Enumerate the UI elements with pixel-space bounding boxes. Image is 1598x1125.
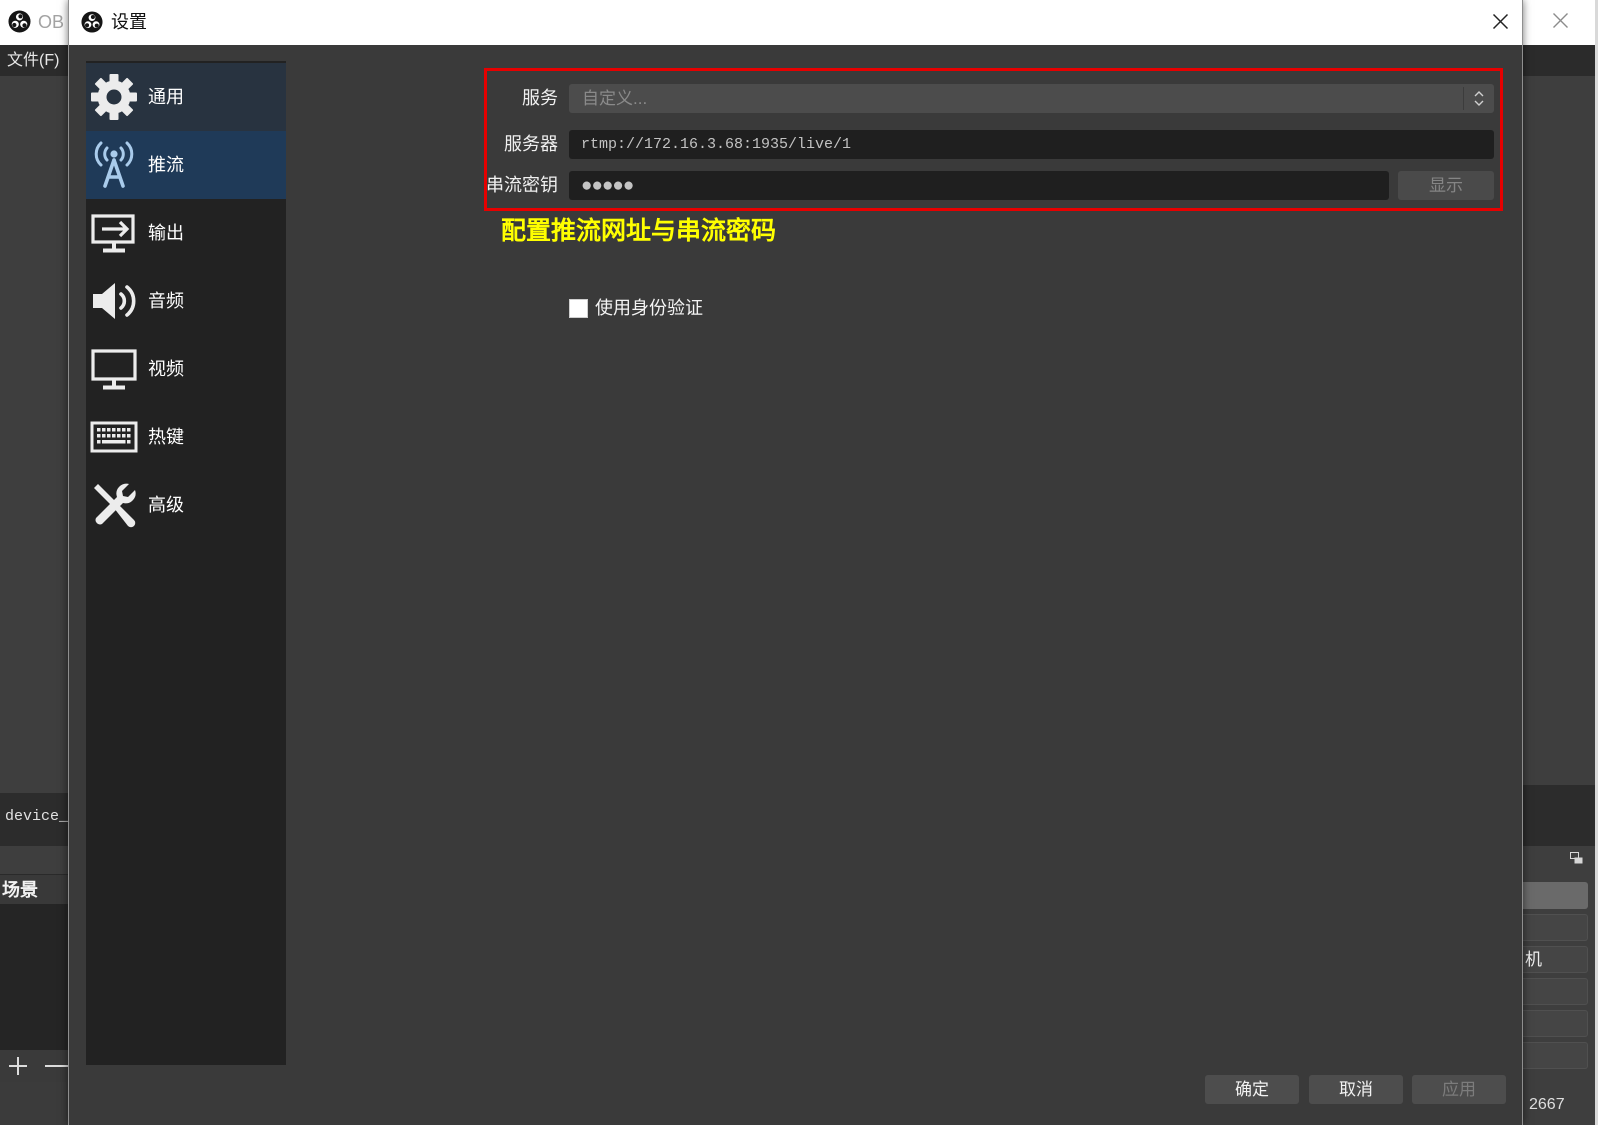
ok-button[interactable]: 确定 <box>1205 1075 1299 1104</box>
controls-button[interactable] <box>1523 1010 1588 1037</box>
annotation-text: 配置推流网址与串流密码 <box>501 218 777 245</box>
dialog-titlebar: 设置 <box>69 0 1522 45</box>
controls-button-label: 机 <box>1525 950 1542 969</box>
plus-icon[interactable] <box>7 1055 29 1077</box>
stream-key-masked-value: ●●●●● <box>581 175 634 196</box>
sidebar-item-output[interactable]: 输出 <box>86 199 286 267</box>
select-divider <box>1463 87 1464 110</box>
speaker-icon <box>90 277 138 325</box>
scenes-dock-title: 场景 <box>2 880 38 900</box>
sources-strip: device_ <box>0 793 68 846</box>
sidebar-item-stream[interactable]: 推流 <box>86 131 286 199</box>
sidebar-item-label: 热键 <box>148 427 184 447</box>
service-select-value: 自定义... <box>582 89 648 108</box>
controls-button[interactable] <box>1523 914 1588 941</box>
sidebar-item-label: 通用 <box>148 87 184 107</box>
screen: OB 文件(F) device_ 场景 机 2667 设置 通用 推流 输出 音… <box>0 0 1598 1125</box>
stream-key-label: 串流密钥 <box>486 175 558 195</box>
settings-sidebar: 通用 推流 输出 音频 视频 热键 高级 <box>86 61 286 1065</box>
sidebar-item-label: 音频 <box>148 291 184 311</box>
controls-button[interactable] <box>1523 882 1588 909</box>
sidebar-item-label: 输出 <box>148 223 184 243</box>
menu-file[interactable]: 文件(F) <box>7 45 59 76</box>
service-select[interactable]: 自定义... <box>569 84 1494 113</box>
scenes-toolbar <box>0 1050 68 1082</box>
controls-button[interactable] <box>1523 978 1588 1005</box>
cancel-button[interactable]: 取消 <box>1309 1075 1403 1104</box>
apply-button[interactable]: 应用 <box>1412 1075 1506 1104</box>
dock-strip <box>1523 785 1598 846</box>
status-bar-value: 2667 <box>1529 1096 1565 1113</box>
controls-button[interactable] <box>1523 1042 1588 1069</box>
settings-dialog: 设置 通用 推流 输出 音频 视频 热键 高级 服务 自定义... 服务器 rt… <box>68 0 1523 1125</box>
close-icon[interactable] <box>1490 11 1511 32</box>
sidebar-item-general[interactable]: 通用 <box>86 63 286 131</box>
controls-button[interactable]: 机 <box>1523 946 1588 973</box>
server-label: 服务器 <box>504 134 558 154</box>
chevron-up-down-icon[interactable] <box>1472 88 1486 109</box>
sidebar-item-advanced[interactable]: 高级 <box>86 471 286 539</box>
sidebar-item-video[interactable]: 视频 <box>86 335 286 403</box>
main-window-title: OB <box>38 12 65 32</box>
output-monitor-icon <box>90 209 138 257</box>
monitor-icon <box>90 345 138 393</box>
auth-checkbox-label[interactable]: 使用身份验证 <box>595 296 703 320</box>
server-url-value: rtmp://172.16.3.68:1935/live/1 <box>581 136 852 153</box>
sidebar-item-label: 推流 <box>148 155 184 175</box>
close-icon[interactable] <box>1550 10 1571 31</box>
float-dock-icon[interactable] <box>1570 852 1583 864</box>
tools-icon <box>90 481 138 529</box>
service-label: 服务 <box>522 88 558 108</box>
stream-key-input[interactable]: ●●●●● <box>569 171 1389 200</box>
sidebar-item-label: 高级 <box>148 495 184 515</box>
scenes-list[interactable] <box>0 904 68 1050</box>
obs-logo-icon <box>8 10 31 33</box>
main-window-bottom <box>0 1082 68 1125</box>
show-key-button[interactable]: 显示 <box>1398 171 1494 200</box>
auth-checkbox[interactable] <box>569 299 588 318</box>
minus-icon[interactable] <box>44 1055 68 1077</box>
obs-logo-icon <box>81 11 103 33</box>
dialog-title: 设置 <box>111 12 147 32</box>
gear-icon <box>90 73 138 121</box>
sidebar-item-hotkeys[interactable]: 热键 <box>86 403 286 471</box>
broadcast-antenna-icon <box>90 141 138 189</box>
sidebar-item-label: 视频 <box>148 359 184 379</box>
server-url-input[interactable]: rtmp://172.16.3.68:1935/live/1 <box>569 130 1494 159</box>
sidebar-item-audio[interactable]: 音频 <box>86 267 286 335</box>
dialog-body: 通用 推流 输出 音频 视频 热键 高级 服务 自定义... 服务器 rtmp:… <box>69 45 1522 1125</box>
source-item[interactable]: device_ <box>5 808 68 825</box>
keyboard-icon <box>90 413 138 461</box>
scenes-dock-header: 场景 <box>0 874 68 904</box>
